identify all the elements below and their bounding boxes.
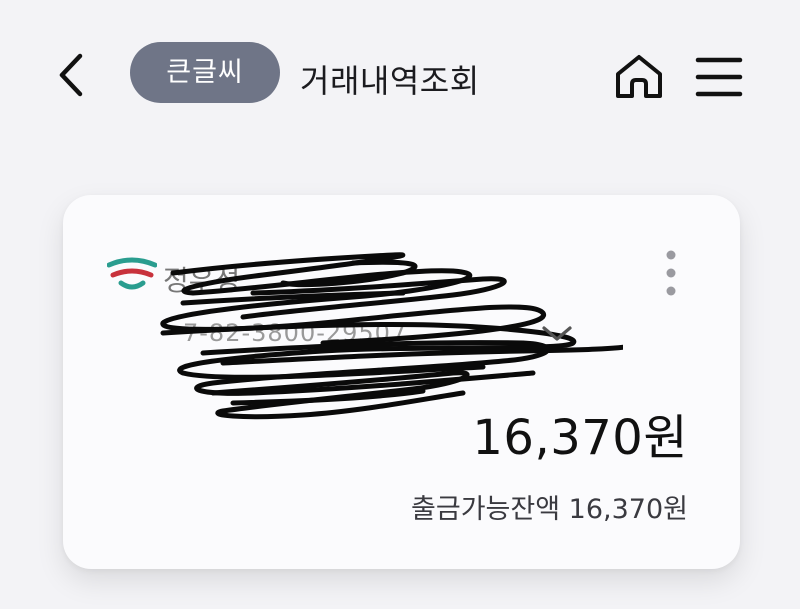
expand-account-button[interactable] — [539, 322, 575, 346]
big-font-toggle-button[interactable]: 큰글씨 — [130, 42, 280, 103]
account-number: 7-82-3800-29507 — [183, 319, 408, 347]
available-balance-label: 출금가능잔액 — [411, 494, 561, 525]
menu-button[interactable] — [694, 52, 744, 102]
home-button[interactable] — [612, 52, 666, 102]
page-title: 거래내역조회 — [300, 62, 480, 100]
bank-logo-icon — [106, 253, 158, 293]
account-card[interactable]: 정우성 7-82-3800-29507 16,370원 출금가능잔액 16,37… — [63, 195, 740, 569]
account-holder-name: 정우성 — [163, 264, 241, 297]
available-balance-amount: 16,370원 — [568, 494, 688, 525]
more-options-button[interactable] — [659, 247, 683, 299]
chevron-left-icon — [59, 53, 83, 97]
account-balance: 16,370원 — [472, 410, 688, 466]
back-button[interactable] — [50, 50, 94, 100]
more-vertical-icon — [666, 250, 676, 296]
chevron-down-icon — [542, 326, 572, 341]
top-header: 큰글씨 거래내역조회 — [0, 40, 800, 110]
available-balance: 출금가능잔액 16,370원 — [411, 487, 688, 526]
home-icon — [616, 55, 662, 98]
transaction-history-screen: 큰글씨 거래내역조회 정우성 7-82-3800-29507 16,370원 출… — [0, 0, 800, 609]
hamburger-menu-icon — [695, 57, 743, 97]
